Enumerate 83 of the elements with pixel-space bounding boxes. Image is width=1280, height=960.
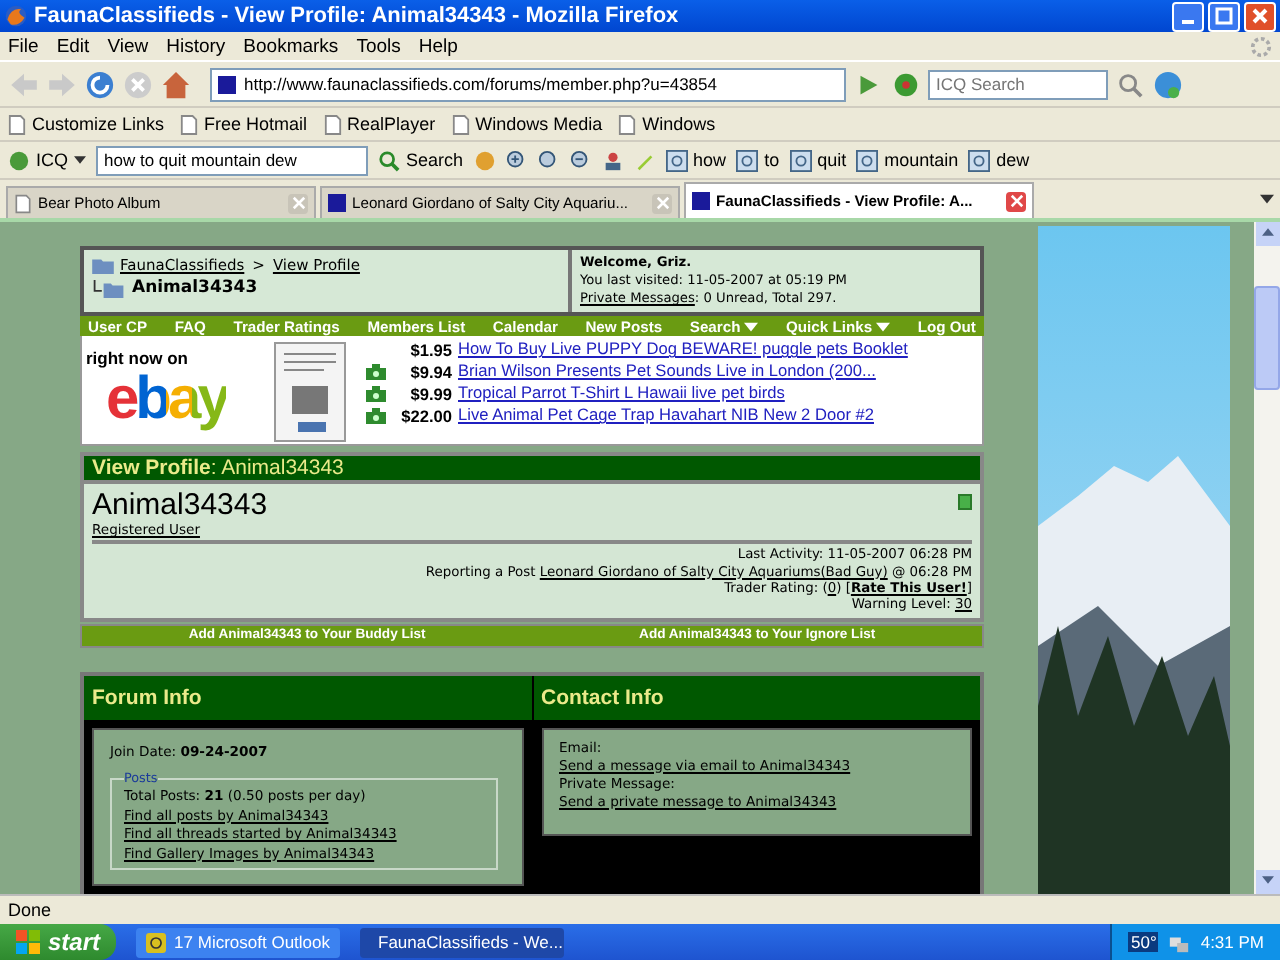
reload-icon[interactable] (84, 69, 116, 99)
listing-link[interactable]: How To Buy Live PUPPY Dog BEWARE! puggle pets Booklet (458, 338, 908, 361)
window-title: FaunaClassifieds - View Profile: Animal34343 - Mozilla Firefox (34, 4, 681, 28)
bookmark-item[interactable]: Customize Links (8, 113, 165, 135)
start-button[interactable]: start (0, 924, 116, 960)
section-title: Contact Info (541, 686, 664, 710)
tab-close-button[interactable] (1006, 191, 1026, 211)
ebay-logo: ebay (106, 368, 227, 433)
word-find-button[interactable]: quit (789, 149, 847, 171)
clock-text: 4:31 PM (1200, 932, 1264, 952)
toolbar-search-button[interactable]: Search (378, 149, 464, 171)
home-icon[interactable] (160, 69, 192, 99)
minimize-icon (1182, 20, 1194, 24)
icq-menu-button[interactable]: ICQ (8, 149, 87, 171)
listing-link[interactable]: Brian Wilson Presents Pet Sounds Live in London (200... (458, 360, 876, 383)
search-icon[interactable] (1114, 69, 1146, 99)
bookmark-item[interactable]: Windows (618, 113, 716, 135)
listing-price: $1.95 (408, 339, 452, 360)
maximize-icon (1214, 6, 1234, 26)
caret-icon (74, 156, 87, 164)
maximize-button[interactable] (1208, 1, 1240, 31)
word-find-button[interactable]: how (665, 149, 727, 171)
listing-price: $9.99 (408, 383, 452, 404)
zoom-icon[interactable] (537, 149, 560, 171)
bookmark-item[interactable]: Windows Media (451, 113, 603, 135)
vertical-scrollbar[interactable] (1254, 222, 1280, 894)
page-icon (14, 193, 32, 213)
word-find-button[interactable]: to (736, 149, 780, 171)
zoom-in-icon[interactable] (505, 149, 528, 171)
menu-item[interactable]: View (107, 35, 149, 57)
scroll-down-icon[interactable] (1261, 876, 1273, 884)
section-title: Forum Info (92, 686, 202, 710)
taskbar-button[interactable]: 17 Microsoft Outlook (136, 927, 340, 957)
bookmark-item[interactable]: RealPlayer (323, 113, 436, 135)
site-icon (692, 192, 710, 210)
globe-icon[interactable] (1152, 69, 1184, 99)
status-text: Done (8, 900, 52, 920)
bookmark-item[interactable]: Free Hotmail (180, 113, 308, 135)
listing-price: $9.94 (408, 361, 452, 382)
page-icon (451, 113, 470, 135)
listing-price: $22.00 (399, 405, 452, 426)
minimize-button[interactable] (1172, 1, 1204, 31)
menu-item[interactable]: File (8, 35, 39, 57)
page-icon (180, 113, 199, 135)
close-button[interactable] (1244, 1, 1276, 31)
menu-item[interactable]: History (166, 35, 226, 57)
close-icon (1009, 194, 1023, 208)
throbber-icon (1250, 35, 1272, 57)
toolbar-search-field[interactable]: how to quit mountain dew (96, 145, 369, 175)
listing-link[interactable]: Tropical Parrot T-Shirt L Hawaii live pet birds (458, 382, 785, 405)
zoom-out-icon[interactable] (569, 149, 592, 171)
menu-item[interactable]: Bookmarks (243, 35, 339, 57)
close-icon (1250, 6, 1270, 26)
windows-logo-icon (16, 930, 40, 954)
page-icon (618, 113, 637, 135)
stamp-icon[interactable] (601, 149, 624, 171)
listing-link[interactable]: Live Animal Pet Cage Trap Havahart NIB New 2 Door #2 (458, 404, 874, 427)
site-icon (328, 194, 346, 212)
tab-list-icon[interactable] (1260, 194, 1274, 204)
word-find-button[interactable]: mountain (856, 149, 959, 171)
browser-logo-icon (4, 4, 28, 28)
page-icon (8, 113, 26, 135)
close-icon (655, 196, 669, 210)
folder-tree-icon (92, 279, 126, 297)
search-field[interactable]: ICQ Search (928, 69, 1108, 99)
folder-icon (92, 256, 114, 274)
search-icon (378, 149, 401, 171)
scrollbar-thumb[interactable] (1254, 286, 1280, 390)
address-field[interactable]: http://www.faunaclassifieds.com/forums/member.php?u=43854 (210, 67, 846, 101)
close-icon (291, 196, 305, 210)
word-find-button[interactable]: dew (968, 149, 1030, 171)
temperature-text: 50° (1128, 932, 1159, 952)
page-icon (323, 113, 342, 135)
ad-tagline: right now on (86, 348, 190, 369)
username-text: Animal34343 (92, 488, 268, 523)
mail-app-icon (146, 931, 167, 953)
profile-heading: View Profile: Animal34343 (92, 456, 344, 481)
menu-item[interactable]: Tools (356, 35, 401, 57)
menu-item[interactable]: Help (418, 35, 458, 57)
scroll-up-icon[interactable] (1261, 228, 1273, 236)
current-page-title: Animal34343 (132, 278, 258, 298)
taskbar-button[interactable]: FaunaClassifieds - We... (360, 927, 564, 957)
menu-item[interactable]: Edit (56, 35, 90, 57)
